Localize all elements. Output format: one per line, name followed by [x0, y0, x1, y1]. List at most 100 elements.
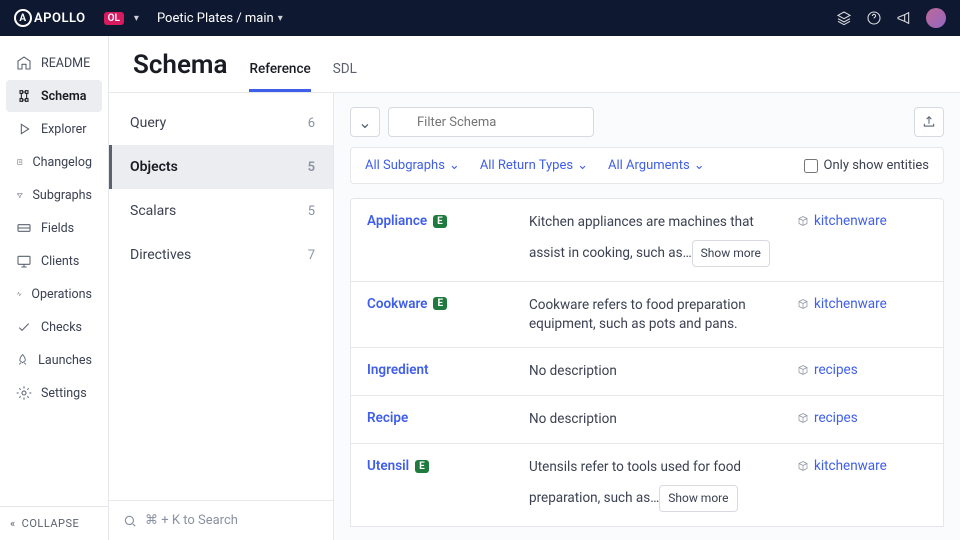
sidebar-item-readme[interactable]: README — [6, 47, 102, 79]
fields-icon — [16, 220, 32, 236]
topbar: A APOLLO OL ▾ Poetic Plates / main ▾ — [0, 0, 960, 36]
object-description: Kitchen appliances are machines that ass… — [529, 213, 785, 267]
launches-icon — [16, 352, 29, 368]
chevron-down-icon: ▾ — [278, 13, 283, 24]
cube-icon — [797, 364, 809, 376]
only-entities-label: Only show entities — [824, 158, 929, 173]
subgraph-link[interactable]: kitchenware — [797, 296, 927, 312]
share-button[interactable] — [914, 107, 944, 137]
filter-subgraphs[interactable]: All Subgraphs⌄ — [365, 158, 460, 173]
clients-icon — [16, 253, 32, 269]
page-header: Schema ReferenceSDL — [109, 36, 960, 93]
sidebar-item-subgraphs[interactable]: Subgraphs — [6, 179, 102, 211]
chevron-down-icon: ⌄ — [694, 158, 705, 173]
sidebar-item-settings[interactable]: Settings — [6, 377, 102, 409]
object-row: UtensilEUtensils refer to tools used for… — [350, 444, 944, 527]
object-name-link[interactable]: CookwareE — [367, 296, 517, 312]
share-icon — [922, 115, 936, 129]
sidebar-item-label: Fields — [41, 221, 74, 236]
object-row: Recipe No description recipes — [350, 396, 944, 444]
tab-reference[interactable]: Reference — [249, 61, 310, 92]
settings-icon — [16, 385, 32, 401]
tab-sdl[interactable]: SDL — [333, 61, 357, 92]
object-description: Cookware refers to food preparation equi… — [529, 296, 785, 334]
category-directives[interactable]: Directives7 — [109, 233, 333, 277]
topbar-actions — [836, 8, 946, 28]
filter-return-types[interactable]: All Return Types⌄ — [480, 158, 588, 173]
object-name-link[interactable]: Recipe — [367, 410, 517, 426]
chevron-down-icon: ⌄ — [449, 158, 460, 173]
readme-icon — [16, 55, 32, 71]
category-count: 5 — [308, 160, 315, 175]
chevron-down-icon: ▾ — [134, 13, 139, 24]
subgraph-link[interactable]: recipes — [797, 362, 927, 378]
sidebar-item-label: Explorer — [41, 122, 86, 137]
schema-icon — [16, 88, 32, 104]
org-switcher[interactable]: OL ▾ — [104, 12, 139, 25]
avatar[interactable] — [926, 8, 946, 28]
sidebar-item-label: Checks — [41, 320, 82, 335]
filter-arguments[interactable]: All Arguments⌄ — [608, 158, 705, 173]
search-trigger[interactable]: ⌘ + K to Search — [109, 500, 333, 540]
filter-schema-input[interactable] — [388, 107, 594, 137]
show-more-button[interactable]: Show more — [692, 240, 770, 267]
schema-toolbar: ⌄ — [350, 107, 944, 137]
object-row: CookwareE Cookware refers to food prepara… — [350, 282, 944, 349]
subgraph-link[interactable]: kitchenware — [797, 213, 927, 229]
sidebar-item-checks[interactable]: Checks — [6, 311, 102, 343]
filter-bar: All Subgraphs⌄ All Return Types⌄ All Arg… — [350, 147, 944, 184]
logo-mark: A — [14, 9, 32, 27]
category-query[interactable]: Query 6 — [109, 101, 333, 145]
expand-button[interactable]: ⌄ — [350, 107, 380, 137]
category-count: 6 — [308, 116, 315, 131]
sidebar-item-operations[interactable]: Operations — [6, 278, 102, 310]
sidebar-item-explorer[interactable]: Explorer — [6, 113, 102, 145]
category-count: 7 — [308, 248, 315, 263]
subgraph-link[interactable]: kitchenware — [797, 458, 927, 474]
sidebar-item-fields[interactable]: Fields — [6, 212, 102, 244]
help-icon[interactable] — [866, 10, 882, 26]
only-entities-checkbox[interactable] — [804, 159, 818, 173]
cube-icon — [797, 298, 809, 310]
only-entities-toggle[interactable]: Only show entities — [804, 158, 929, 173]
entity-badge: E — [433, 215, 447, 228]
graph-picker[interactable]: Poetic Plates / main ▾ — [157, 11, 283, 26]
sidebar-item-schema[interactable]: Schema — [6, 80, 102, 112]
subgraph-link[interactable]: recipes — [797, 410, 927, 426]
sidebar-rail: README Schema Explorer Changelog Subgraphs Fi… — [0, 36, 109, 540]
search-icon — [123, 514, 137, 528]
brand-logo[interactable]: A APOLLO — [14, 9, 86, 27]
object-name-link[interactable]: Ingredient — [367, 362, 517, 378]
collapse-label: COLLAPSE — [22, 517, 80, 530]
megaphone-icon[interactable] — [896, 10, 912, 26]
category-label: Scalars — [130, 203, 176, 219]
sidebar-item-label: Settings — [41, 386, 87, 401]
sidebar-item-label: Subgraphs — [33, 188, 93, 203]
cube-icon — [797, 460, 809, 472]
sidebar-item-launches[interactable]: Launches — [6, 344, 102, 376]
object-row: ApplianceE Kitchen appliances are machine… — [350, 198, 944, 282]
sidebar-item-changelog[interactable]: Changelog — [6, 146, 102, 178]
category-label: Objects — [130, 159, 178, 175]
changelog-icon — [16, 154, 23, 170]
sidebar-item-clients[interactable]: Clients — [6, 245, 102, 277]
object-description: No description — [529, 410, 785, 429]
sidebar-item-label: README — [41, 56, 90, 71]
sidebar-item-label: Schema — [41, 89, 86, 104]
category-label: Query — [130, 115, 166, 131]
checks-icon — [16, 319, 32, 335]
search-hint: ⌘ + K to Search — [145, 513, 238, 528]
entity-badge: E — [433, 297, 447, 310]
chevron-down-icon: ⌄ — [358, 113, 371, 132]
category-scalars[interactable]: Scalars5 — [109, 189, 333, 233]
object-name-link[interactable]: ApplianceE — [367, 213, 517, 229]
sidebar-item-label: Operations — [31, 287, 92, 302]
entity-badge: E — [415, 460, 429, 473]
show-more-button[interactable]: Show more — [659, 485, 737, 512]
category-objects[interactable]: Objects 5 — [109, 145, 333, 189]
layers-icon[interactable] — [836, 10, 852, 26]
collapse-button[interactable]: « COLLAPSE — [0, 506, 108, 540]
cube-icon — [797, 412, 809, 424]
object-name-link[interactable]: UtensilE — [367, 458, 517, 474]
graph-label: Poetic Plates / main — [157, 11, 274, 26]
